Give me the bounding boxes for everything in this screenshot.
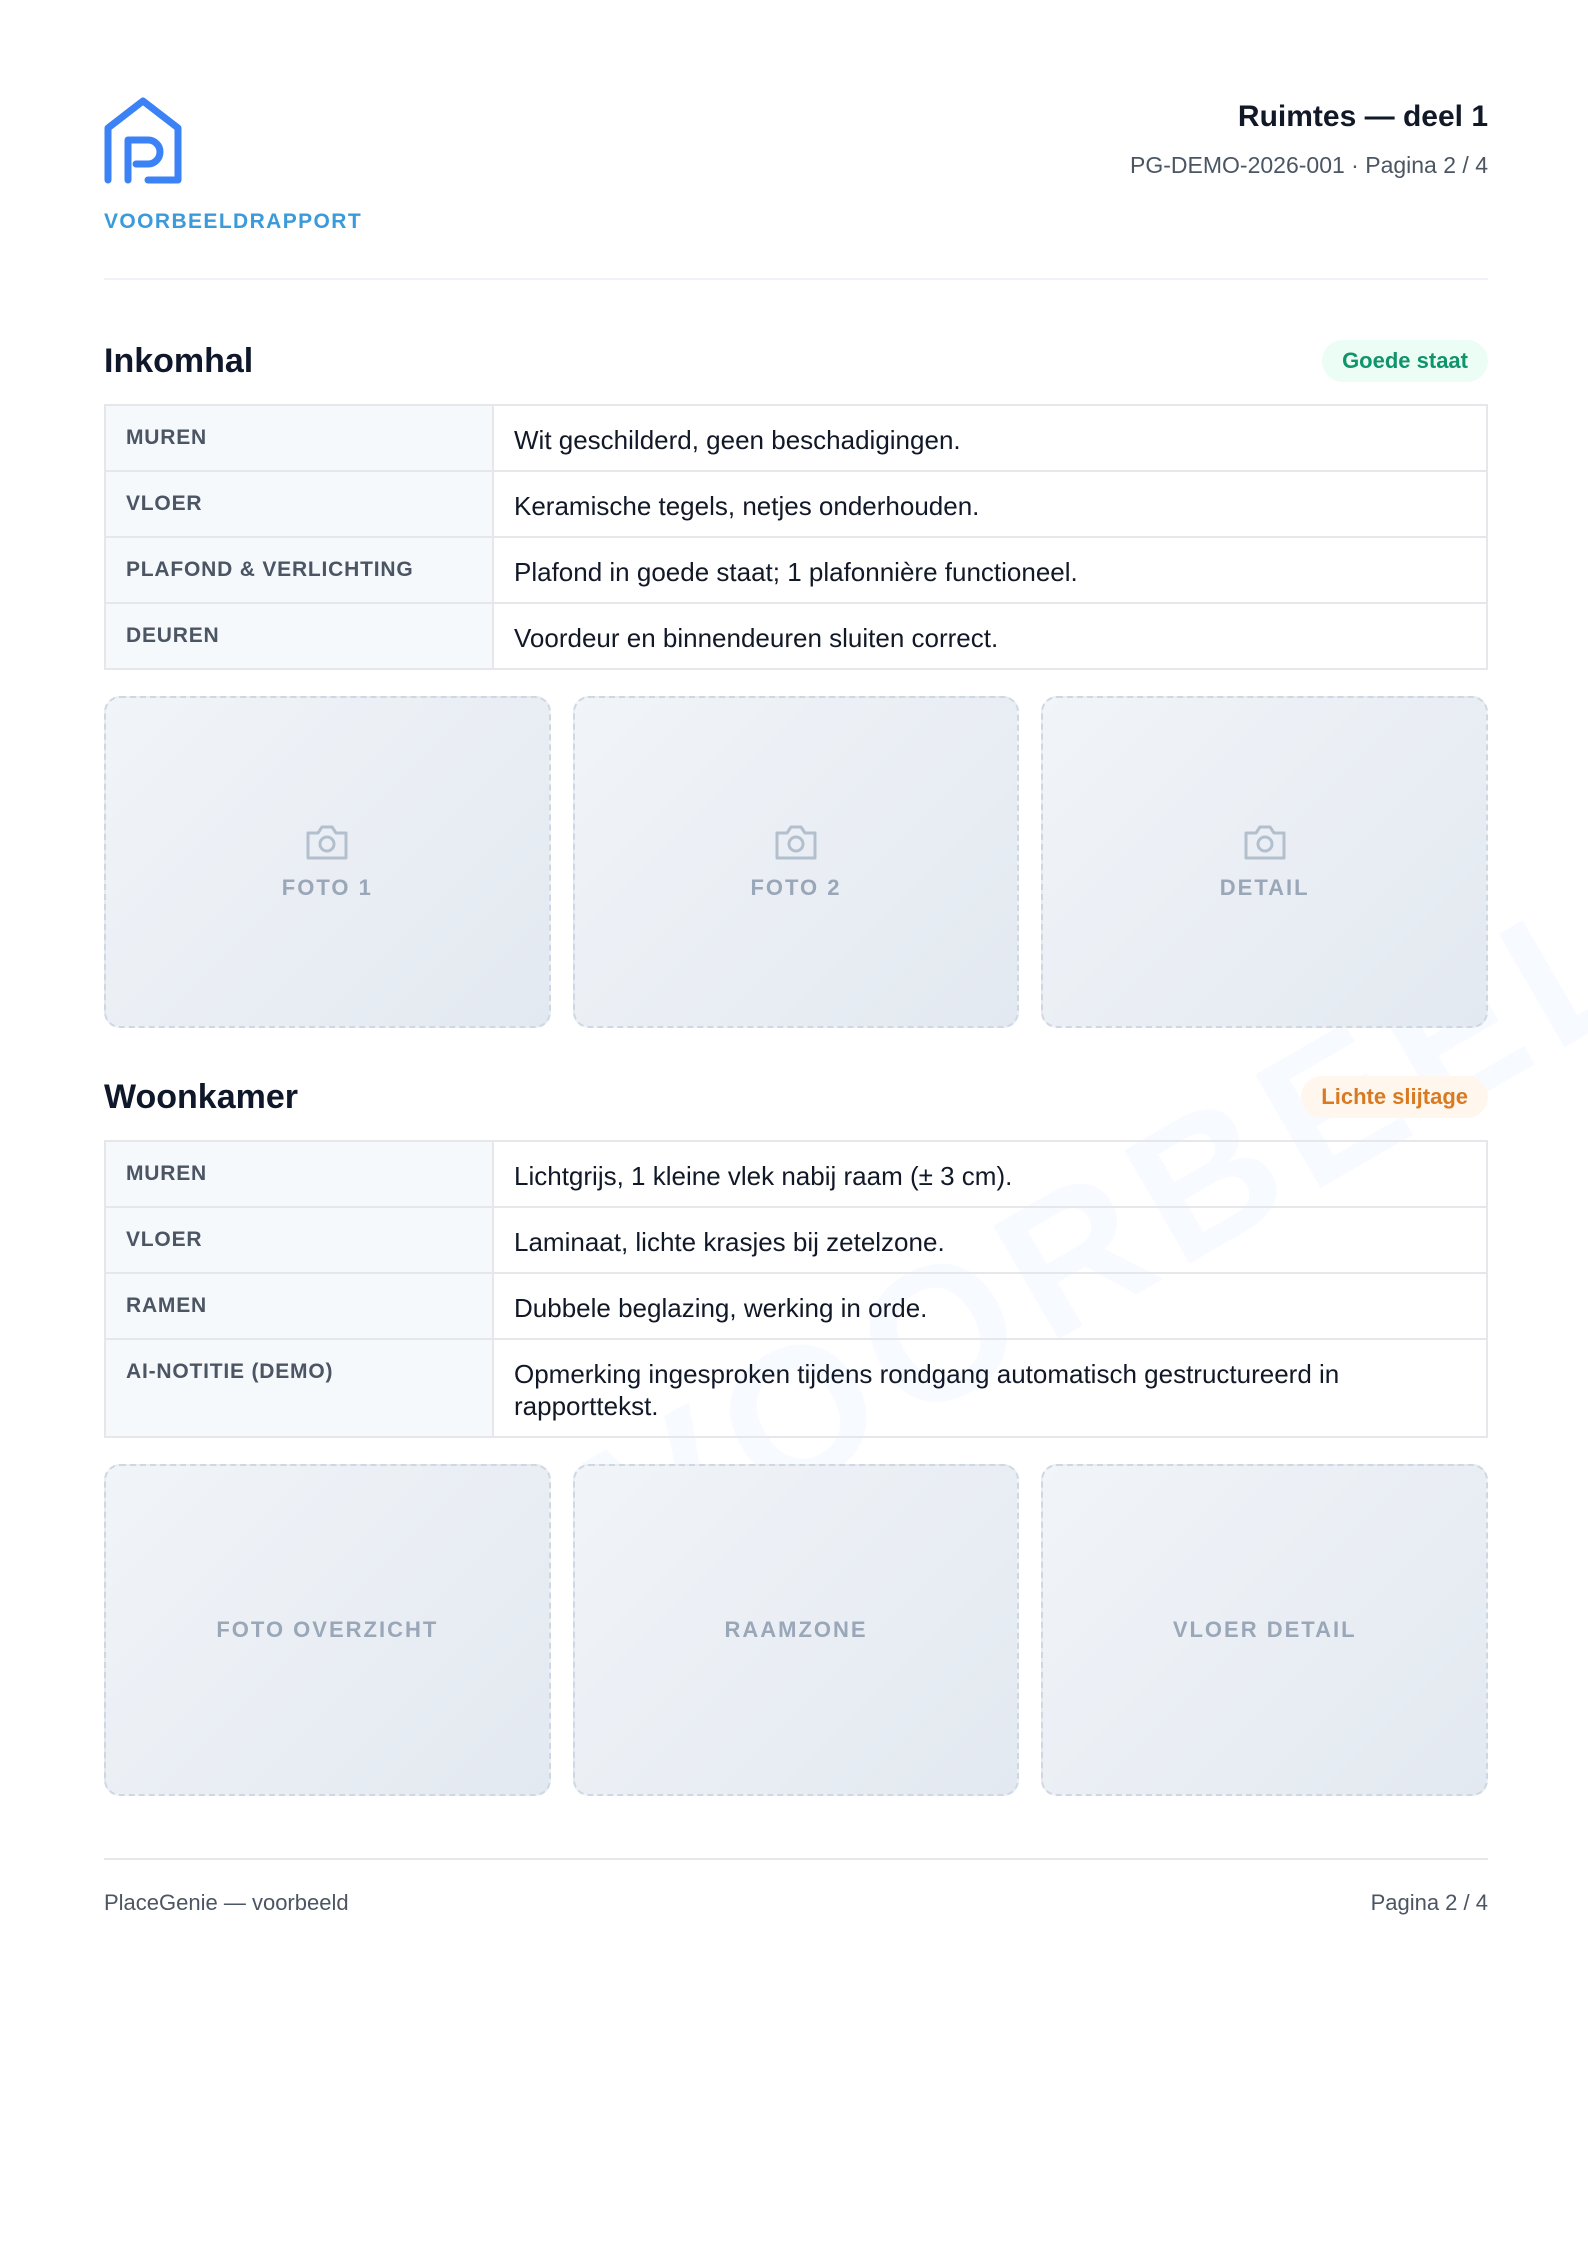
row-value: Opmerking ingesproken tijdens rondgang a… [492, 1338, 1488, 1438]
row-value: Laminaat, lichte krasjes bij zetelzone. [492, 1206, 1488, 1274]
status-badge: Goede staat [1322, 340, 1488, 382]
photo-placeholder[interactable]: VLOER DETAIL [1041, 1464, 1489, 1796]
row-label: DEUREN [104, 602, 494, 670]
property-table: MUREN Lichtgrijs, 1 kleine vlek nabij ra… [104, 1140, 1488, 1438]
photo-label: FOTO OVERZICHT [216, 1617, 439, 1642]
section-head: Inkomhal Goede staat [104, 332, 1488, 396]
status-badge: Lichte slijtage [1301, 1076, 1488, 1118]
row-label: MUREN [104, 1140, 494, 1208]
report-meta: PG-DEMO-2026-001 · Pagina 2 / 4 [1130, 152, 1488, 178]
table-row: RAMEN Dubbele beglazing, werking in orde… [104, 1272, 1488, 1340]
camera-icon [1244, 825, 1286, 860]
header-right: Ruimtes — deel 1 PG-DEMO-2026-001 · Pagi… [1130, 96, 1488, 179]
row-label: PLAFOND & VERLICHTING [104, 536, 494, 604]
photo-placeholder[interactable]: FOTO 1 [104, 696, 551, 1028]
table-row: AI-NOTITIE (DEMO) Opmerking ingesproken … [104, 1338, 1488, 1438]
photo-label: FOTO 1 [281, 875, 373, 900]
report-page: VOORBEELD VOORBEELDRAPPORT Ruimtes — dee… [104, 0, 1588, 2246]
table-row: MUREN Wit geschilderd, geen beschadiging… [104, 404, 1488, 472]
photo-label: VLOER DETAIL [1172, 1617, 1357, 1642]
row-value: Wit geschilderd, geen beschadigingen. [492, 404, 1488, 472]
row-label: AI-NOTITIE (DEMO) [104, 1338, 494, 1438]
footer-page-number: Pagina 2 / 4 [1370, 1890, 1488, 1915]
footer-brand: PlaceGenie — voorbeeld [104, 1890, 349, 1915]
photo-placeholder[interactable]: FOTO OVERZICHT [104, 1464, 551, 1796]
row-value: Dubbele beglazing, werking in orde. [492, 1272, 1488, 1340]
section-title: Inkomhal [104, 342, 254, 380]
property-table: MUREN Wit geschilderd, geen beschadiging… [104, 404, 1488, 670]
room-section-inkomhal: Inkomhal Goede staat MUREN Wit geschilde… [104, 332, 1489, 1028]
row-label: VLOER [104, 1206, 494, 1274]
footer-divider [104, 1858, 1488, 1860]
photo-label: FOTO 2 [750, 875, 842, 900]
section-title: Woonkamer [104, 1078, 298, 1116]
photo-placeholder[interactable]: DETAIL [1041, 696, 1489, 1028]
row-label: RAMEN [104, 1272, 494, 1340]
house-p-logo-icon [104, 97, 182, 184]
row-label: VLOER [104, 470, 494, 538]
table-row: VLOER Laminaat, lichte krasjes bij zetel… [104, 1206, 1488, 1274]
header-divider [104, 278, 1488, 280]
brand-label: VOORBEELDRAPPORT [104, 210, 363, 233]
photo-label: DETAIL [1219, 875, 1310, 900]
camera-icon [306, 825, 348, 860]
table-row: VLOER Keramische tegels, netjes onderhou… [104, 470, 1488, 538]
table-row: MUREN Lichtgrijs, 1 kleine vlek nabij ra… [104, 1140, 1488, 1208]
camera-icon [775, 825, 817, 860]
photo-grid: FOTO OVERZICHT RAAMZONE VLOER DETAIL [104, 1464, 1489, 1796]
row-value: Keramische tegels, netjes onderhouden. [492, 470, 1488, 538]
row-value: Voordeur en binnendeuren sluiten correct… [492, 602, 1488, 670]
section-head: Woonkamer Lichte slijtage [104, 1068, 1488, 1132]
photo-label: RAAMZONE [724, 1617, 868, 1642]
row-value: Lichtgrijs, 1 kleine vlek nabij raam (± … [492, 1140, 1488, 1208]
table-row: PLAFOND & VERLICHTING Plafond in goede s… [104, 536, 1488, 604]
room-section-woonkamer: Woonkamer Lichte slijtage MUREN Lichtgri… [104, 1068, 1489, 1796]
photo-placeholder[interactable]: FOTO 2 [572, 696, 1020, 1028]
row-value: Plafond in goede staat; 1 plafonnière fu… [492, 536, 1488, 604]
page-title: Ruimtes — deel 1 [1237, 100, 1488, 133]
report-header: VOORBEELDRAPPORT Ruimtes — deel 1 PG-DEM… [104, 96, 1488, 276]
photo-placeholder[interactable]: RAAMZONE [572, 1464, 1020, 1796]
photo-grid: FOTO 1 FOTO 2 DETAIL [104, 696, 1489, 1028]
table-row: DEUREN Voordeur en binnendeuren sluiten … [104, 602, 1488, 670]
row-label: MUREN [104, 404, 494, 472]
